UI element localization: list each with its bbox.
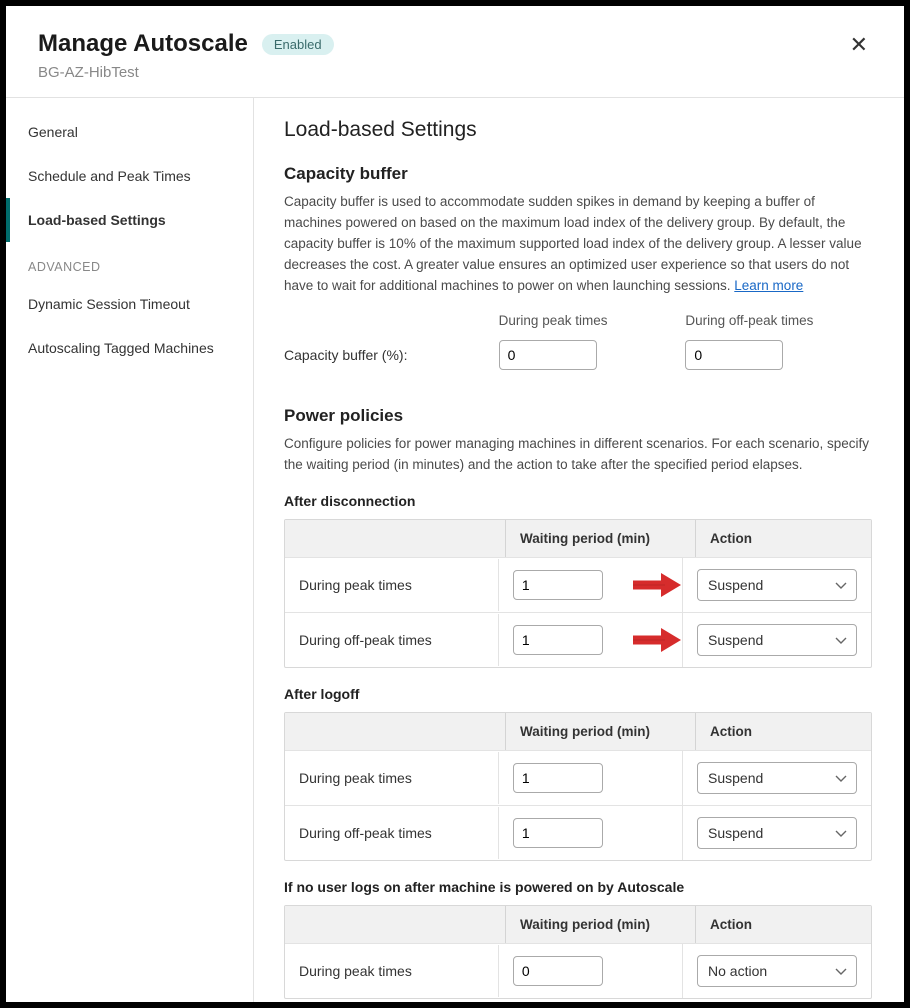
col-action-header: Action (695, 713, 871, 750)
action-select-value: Suspend (708, 577, 763, 593)
table-row: During peak times Suspend (285, 750, 871, 805)
action-select[interactable]: No action (697, 955, 857, 987)
row-label: During peak times (285, 952, 498, 990)
policy-group-title: After logoff (284, 686, 872, 702)
sidebar-item[interactable]: Schedule and Peak Times (6, 154, 253, 198)
power-policies-description: Configure policies for power managing ma… (284, 434, 872, 476)
learn-more-link[interactable]: Learn more (734, 278, 803, 293)
sidebar-item[interactable]: Load-based Settings (6, 198, 253, 242)
capacity-buffer-peak-input[interactable] (499, 340, 597, 370)
capacity-buffer-offpeak-input[interactable] (685, 340, 783, 370)
chevron-down-icon (835, 582, 846, 589)
chevron-down-icon (835, 637, 846, 644)
action-select-value: Suspend (708, 825, 763, 841)
row-label: During peak times (285, 566, 498, 604)
policy-table: Waiting period (min)ActionDuring peak ti… (284, 712, 872, 861)
action-select-value: Suspend (708, 632, 763, 648)
col-waiting-header: Waiting period (min) (505, 713, 695, 750)
chevron-down-icon (835, 775, 846, 782)
chevron-down-icon (835, 830, 846, 837)
row-label: During peak times (285, 759, 498, 797)
table-row: During off-peak times Suspend (285, 805, 871, 860)
waiting-period-input[interactable] (513, 570, 603, 600)
policy-group-title: If no user logs on after machine is powe… (284, 879, 872, 895)
action-select[interactable]: Suspend (697, 569, 857, 601)
section-title: Load-based Settings (284, 118, 872, 142)
dialog-header: Manage Autoscale Enabled BG-AZ-HibTest ✕ (6, 6, 904, 97)
capacity-buffer-heading: Capacity buffer (284, 164, 872, 184)
sidebar: GeneralSchedule and Peak TimesLoad-based… (6, 98, 254, 1002)
table-row: During peak times Suspend (285, 557, 871, 612)
sidebar-section-advanced: ADVANCED (6, 242, 253, 282)
row-label: During off-peak times (285, 621, 498, 659)
action-select[interactable]: Suspend (697, 624, 857, 656)
action-select[interactable]: Suspend (697, 817, 857, 849)
policy-group-title: After disconnection (284, 493, 872, 509)
action-select[interactable]: Suspend (697, 762, 857, 794)
sidebar-item[interactable]: Dynamic Session Timeout (6, 282, 253, 326)
waiting-period-input[interactable] (513, 956, 603, 986)
offpeak-column-label: During off-peak times (685, 313, 872, 328)
col-action-header: Action (695, 520, 871, 557)
row-label: During off-peak times (285, 814, 498, 852)
close-button[interactable]: ✕ (846, 30, 872, 60)
capacity-buffer-description: Capacity buffer is used to accommodate s… (284, 192, 872, 297)
status-badge: Enabled (262, 34, 334, 55)
sidebar-item[interactable]: Autoscaling Tagged Machines (6, 326, 253, 370)
close-icon: ✕ (850, 32, 868, 57)
policy-table: Waiting period (min)ActionDuring peak ti… (284, 519, 872, 668)
action-select-value: Suspend (708, 770, 763, 786)
waiting-period-input[interactable] (513, 818, 603, 848)
chevron-down-icon (835, 968, 846, 975)
col-action-header: Action (695, 906, 871, 943)
col-waiting-header: Waiting period (min) (505, 520, 695, 557)
policy-table: Waiting period (min)ActionDuring peak ti… (284, 905, 872, 999)
capacity-buffer-row-label: Capacity buffer (%): (284, 347, 499, 363)
power-policies-heading: Power policies (284, 406, 872, 426)
page-title: Manage Autoscale (38, 30, 248, 58)
page-subtitle: BG-AZ-HibTest (38, 64, 334, 81)
col-waiting-header: Waiting period (min) (505, 906, 695, 943)
table-row: During off-peak times Suspend (285, 612, 871, 667)
peak-column-label: During peak times (499, 313, 686, 328)
waiting-period-input[interactable] (513, 763, 603, 793)
action-select-value: No action (708, 963, 767, 979)
waiting-period-input[interactable] (513, 625, 603, 655)
table-row: During peak times No action (285, 943, 871, 998)
content-pane: Load-based Settings Capacity buffer Capa… (254, 98, 904, 1002)
sidebar-item[interactable]: General (6, 110, 253, 154)
